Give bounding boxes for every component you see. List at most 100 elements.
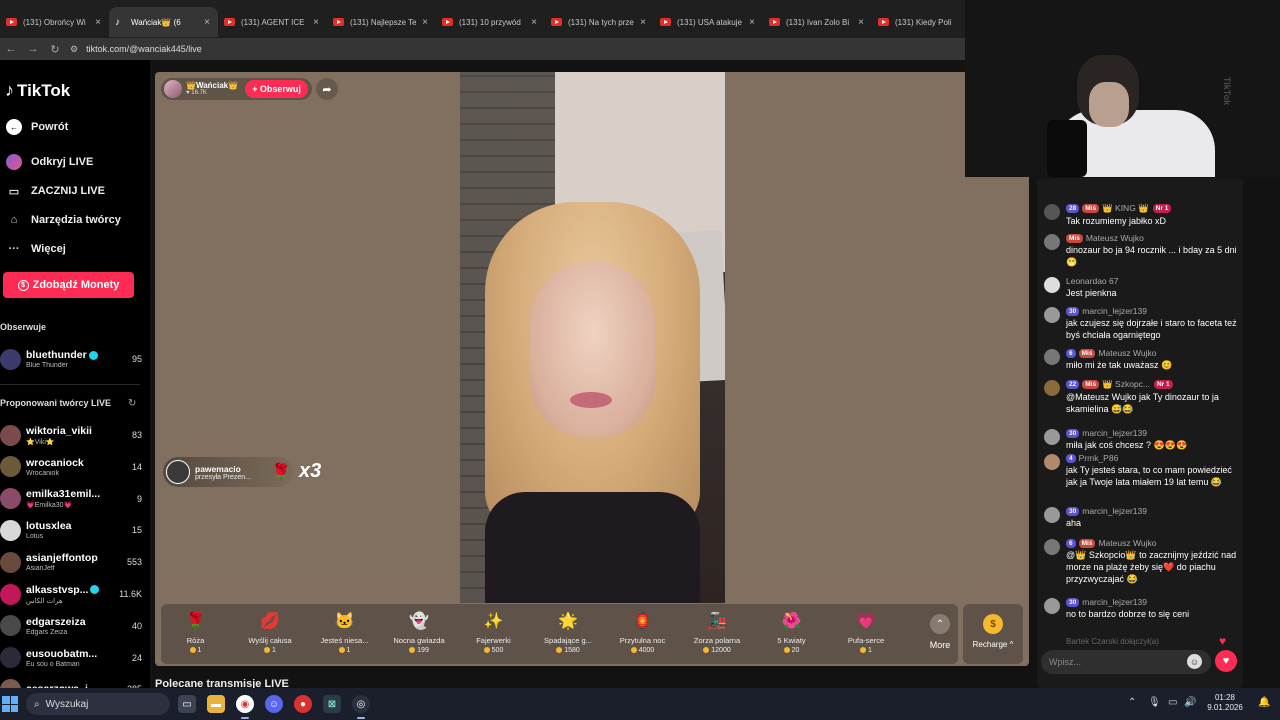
browser-tab[interactable]: (131) Ivan Zolo Bi × [763, 7, 872, 37]
chat-username[interactable]: marcin_lejzer139 [1082, 306, 1147, 316]
url-field[interactable]: ⚙ tiktok.com/@wanciak445/live [70, 40, 202, 58]
speaker-icon[interactable]: 🔊 [1184, 697, 1196, 708]
close-tab-icon[interactable]: × [529, 17, 539, 28]
tiktok-logo[interactable]: ♪ TikTok [5, 80, 70, 101]
close-tab-icon[interactable]: × [747, 17, 757, 28]
chat-username[interactable]: 👑 Szkopc... [1102, 379, 1150, 390]
get-coins-button[interactable]: $ Zdobądź Monety [3, 272, 134, 298]
chat-avatar[interactable] [1044, 234, 1060, 250]
chat-message[interactable]: 4 Prmk_P86 jak Ty jesteś stara, to co mam … [1044, 453, 1240, 488]
chat-message[interactable]: 28 Miś 👑 KING 👑 Nr 1 Tak rozumiemy jabłko xD [1044, 203, 1240, 227]
close-tab-icon[interactable]: × [420, 17, 430, 28]
gift-item[interactable]: 🌟 Spadające g... 1580 [531, 608, 606, 664]
creator-item[interactable]: cesarzowa_i...285 [0, 675, 142, 688]
close-tab-icon[interactable]: × [93, 17, 103, 28]
chat-username[interactable]: Mateusz Wujko [1098, 538, 1156, 548]
creator-item[interactable]: wrocaniock Wrocaniok 14 [0, 453, 142, 481]
refresh-icon[interactable]: ↻ [128, 398, 136, 409]
chat-username[interactable]: Mateusz Wujko [1098, 348, 1156, 358]
gift-item[interactable]: 💗 Pufa-serce 1 [829, 608, 904, 664]
site-settings-icon[interactable]: ⚙ [70, 44, 78, 55]
back-arrow-icon[interactable]: ← [0, 43, 22, 55]
share-icon[interactable]: ➦ [316, 78, 338, 100]
chat-message[interactable]: 22 Miś 👑 Szkopc... Nr 1 @Mateusz Wujko jak T… [1044, 379, 1240, 415]
live-video[interactable] [460, 72, 725, 603]
creator-item[interactable]: lotusxlea Lotus 15 [0, 516, 142, 544]
chat-username[interactable]: 👑 KING 👑 [1102, 203, 1149, 214]
taskbar-clock[interactable]: 01:28 9.01.2026 [1206, 693, 1244, 713]
discord-icon[interactable]: ☺ [265, 695, 283, 713]
notifications-icon[interactable]: 🔔 [1258, 697, 1270, 708]
gift-item[interactable]: 🚂 Zorza polarna 12000 [680, 608, 755, 664]
chat-message[interactable]: 30 marcin_lejzer139 no to bardzo dobrze to… [1044, 597, 1240, 620]
gift-item[interactable]: 💋 Wyślij całusa 1 [233, 608, 308, 664]
chat-username[interactable]: Leonardao 67 [1066, 276, 1118, 286]
emoji-icon[interactable]: ☺ [1187, 654, 1202, 669]
network-icon[interactable]: ▭ [1168, 697, 1177, 708]
gift-item[interactable]: ✨ Fajerwerki 500 [456, 608, 531, 664]
gift-item[interactable]: 🏮 Przytulna noc 4000 [605, 608, 680, 664]
chat-input[interactable]: Wpisz... [1041, 650, 1211, 674]
reload-icon[interactable]: ↻ [44, 43, 66, 56]
host-avatar[interactable] [164, 80, 182, 98]
browser-tab[interactable]: (131) AGENT ICE × [218, 7, 327, 37]
chrome-icon[interactable]: ◉ [236, 695, 254, 713]
chat-message[interactable]: 6 Miś Mateusz Wujko @👑 Szkopcio👑 to zacznij… [1044, 538, 1240, 585]
follow-button[interactable]: + Obserwuj [245, 80, 308, 98]
terminal-icon[interactable]: ⊠ [323, 695, 341, 713]
nav-more[interactable]: ··· Więcej [6, 241, 66, 257]
tray-chevron-icon[interactable]: ⌃ [1128, 697, 1136, 708]
chat-avatar[interactable] [1044, 349, 1060, 365]
nav-discover-live[interactable]: Odkryj LIVE [6, 154, 93, 170]
browser-tab[interactable]: (131) Obrońcy Wi × [0, 7, 109, 37]
nav-creator-tools[interactable]: ⌂ Narzędzia twórcy [6, 212, 121, 228]
microphone-icon[interactable]: 🎙 [1148, 697, 1161, 708]
task-view-icon[interactable]: ▭ [178, 695, 196, 713]
chat-message[interactable]: 30 marcin_lejzer139 aha [1044, 506, 1240, 529]
browser-tab[interactable]: (131) 10 przywód × [436, 7, 545, 37]
chat-avatar[interactable] [1044, 507, 1060, 523]
browser-tab[interactable]: (131) Najlepsze Te × [327, 7, 436, 37]
chat-message[interactable]: 30 marcin_lejzer139 jak czujesz się dojrza… [1044, 306, 1240, 341]
browser-tab[interactable]: (131) USA atakuje × [654, 7, 763, 37]
gift-item[interactable]: 🌹 Róża 1 [158, 608, 233, 664]
chat-message[interactable]: Leonardao 67 Jest pienkna [1044, 276, 1240, 299]
chat-avatar[interactable] [1044, 277, 1060, 293]
chat-username[interactable]: marcin_lejzer139 [1082, 506, 1147, 516]
chat-username[interactable]: Mateusz Wujko [1086, 233, 1144, 243]
creator-item[interactable]: bluethunder Blue Thunder 95 [0, 345, 142, 373]
close-tab-icon[interactable]: × [856, 17, 866, 28]
creator-item[interactable]: asianjeffontop AsianJeff 553 [0, 548, 142, 576]
chat-username[interactable]: Prmk_P86 [1079, 453, 1119, 463]
gift-item[interactable]: 🐱 Jesteś niesa... 1 [307, 608, 382, 664]
chat-message[interactable]: 30 marcin_lejzer139 miła jak coś chcesz ? … [1044, 428, 1240, 451]
chat-message[interactable]: Miś Mateusz Wujko dinozaur bo ja 94 roczni… [1044, 233, 1240, 268]
file-explorer-icon[interactable]: ▬ [207, 695, 225, 713]
creator-item[interactable]: eusouobatm... Eu sou o Batman 24 [0, 644, 142, 672]
close-tab-icon[interactable]: × [311, 17, 321, 28]
chat-avatar[interactable] [1044, 429, 1060, 445]
chat-avatar[interactable] [1044, 598, 1060, 614]
back-link[interactable]: ← Powrót [6, 119, 68, 135]
taskbar-search[interactable]: ⌕ Wyszukaj [26, 693, 170, 715]
forward-arrow-icon[interactable]: → [22, 43, 44, 55]
recharge-button[interactable]: $ Recharge ^ [963, 604, 1023, 664]
nav-start-live[interactable]: ▭ ZACZNIJ LIVE [6, 183, 105, 199]
chat-avatar[interactable] [1044, 204, 1060, 220]
browser-tab[interactable]: (131) Na tych prze × [545, 7, 654, 37]
creator-item[interactable]: wiktoria_vikii ⭐Viki⭐ 83 [0, 421, 142, 449]
gift-item[interactable]: 👻 Nocna gwiazda 199 [382, 608, 457, 664]
windows-start-icon[interactable] [2, 696, 18, 712]
creator-item[interactable]: emilka31emil... 💗Emilka30💗 9 [0, 485, 142, 513]
more-gifts-button[interactable]: ⌃ More [920, 614, 960, 650]
close-tab-icon[interactable]: × [638, 17, 648, 28]
close-tab-icon[interactable]: × [202, 17, 212, 28]
chat-avatar[interactable] [1044, 380, 1060, 396]
like-heart-icon[interactable]: ♥ [1215, 650, 1237, 672]
browser-tab[interactable]: ♪ Wańciak👑 (6 × [109, 7, 218, 37]
game-launcher-icon[interactable]: ● [294, 695, 312, 713]
browser-tab[interactable]: (131) Kiedy Poli× [872, 7, 965, 37]
host-info[interactable]: 👑Wańciak👑 ♥ 16.7K + Obserwuj [161, 78, 312, 100]
obs-icon[interactable]: ◎ [352, 695, 370, 713]
chat-avatar[interactable] [1044, 454, 1060, 470]
